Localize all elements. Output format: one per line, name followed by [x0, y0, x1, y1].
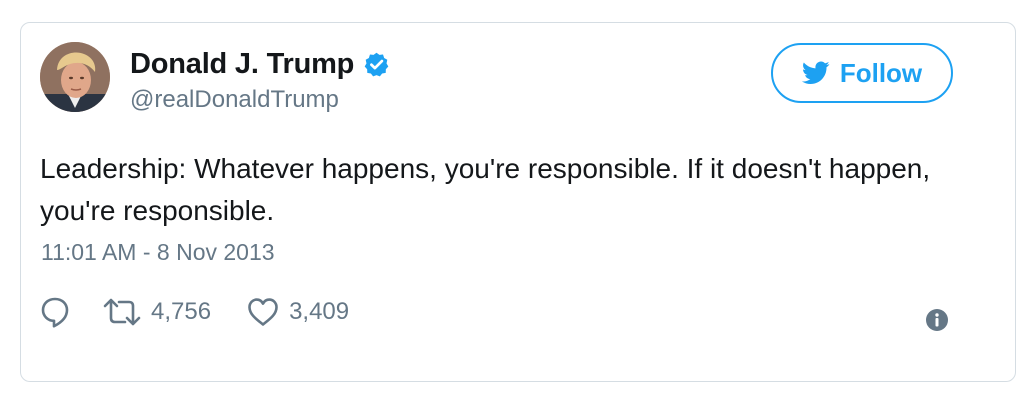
tweet-text: Leadership: Whatever happens, you're res…: [40, 153, 931, 226]
retweet-count: 4,756: [151, 298, 212, 325]
like-count: 3,409: [289, 298, 350, 325]
tweet-actions: 4,756 3,409: [40, 294, 349, 330]
follow-button-label: Follow: [839, 57, 923, 88]
avatar[interactable]: [40, 42, 110, 112]
like-button[interactable]: 3,409: [247, 297, 349, 327]
verified-badge-icon: [363, 51, 390, 78]
user-handle[interactable]: @realDonaldTrump: [130, 86, 339, 114]
retweet-icon: [103, 298, 141, 326]
reply-icon: [41, 297, 69, 328]
name-row: Donald J. Trump: [130, 47, 390, 81]
avatar-image: [40, 42, 110, 112]
retweet-button[interactable]: 4,756: [103, 298, 211, 326]
twitter-bird-icon: [801, 61, 830, 84]
heart-icon: [248, 298, 278, 326]
display-name[interactable]: Donald J. Trump: [130, 48, 354, 81]
tweet-timestamp[interactable]: 11:01 AM - 8 Nov 2013: [41, 239, 275, 266]
reply-button[interactable]: [40, 296, 70, 328]
follow-button[interactable]: Follow: [771, 43, 953, 103]
info-icon[interactable]: [925, 308, 949, 332]
